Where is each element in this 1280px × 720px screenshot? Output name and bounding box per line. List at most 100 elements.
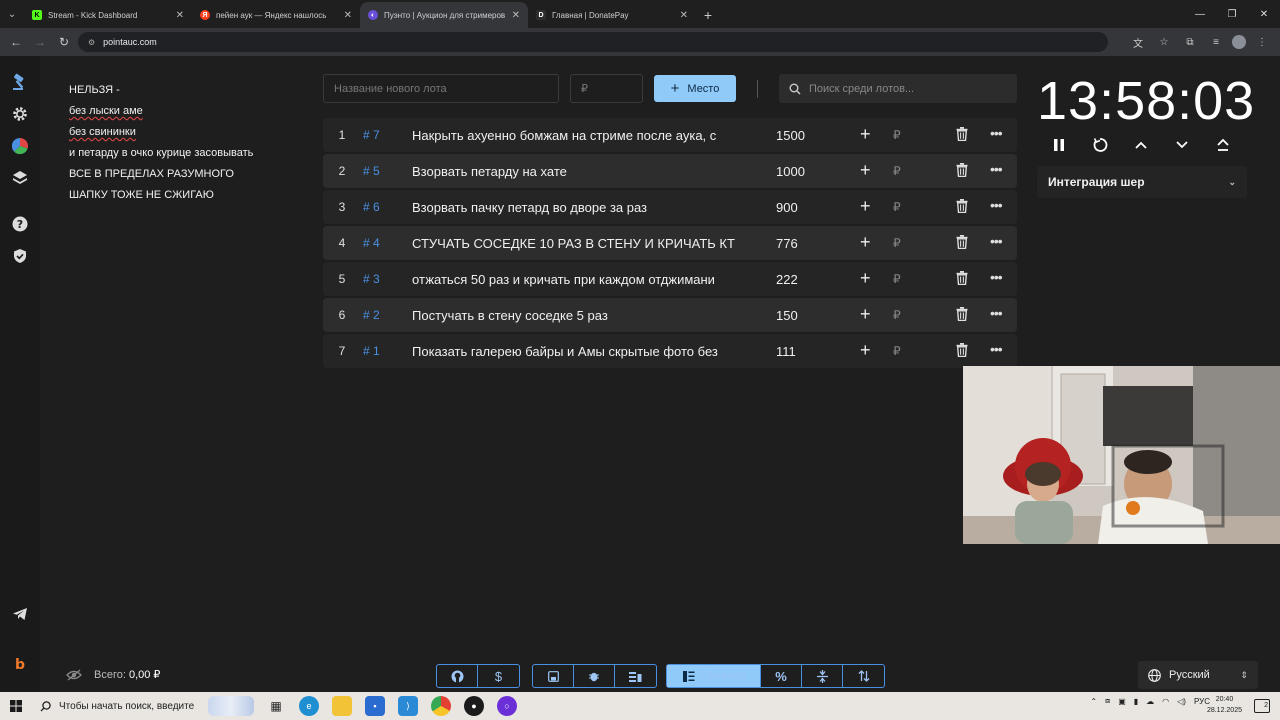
- url-field[interactable]: ⚙ pointauc.com: [78, 32, 1108, 52]
- lot-name-field[interactable]: Постучать в стену соседке 5 раз: [412, 308, 746, 323]
- lot-amount-field[interactable]: 900: [776, 200, 798, 215]
- notifications-icon[interactable]: 2: [1254, 699, 1270, 713]
- tray-network-icon[interactable]: ⧈: [1105, 696, 1110, 706]
- add-amount-input[interactable]: ₽: [893, 164, 901, 178]
- add-amount-input[interactable]: ₽: [893, 236, 901, 250]
- layers-icon[interactable]: [10, 168, 30, 188]
- settings-gear-icon[interactable]: [10, 104, 30, 124]
- donate-dollar-icon[interactable]: $: [478, 665, 519, 687]
- lot-amount-field[interactable]: 150: [776, 308, 798, 323]
- add-amount-input[interactable]: ₽: [893, 308, 901, 322]
- reset-timer-icon[interactable]: [1090, 136, 1110, 154]
- edge-icon[interactable]: e: [299, 696, 319, 716]
- more-options-icon[interactable]: •••: [990, 305, 1003, 321]
- tray-volume-icon[interactable]: ◁): [1177, 697, 1186, 706]
- delete-lot-icon[interactable]: [956, 163, 968, 180]
- close-window-icon[interactable]: ✕: [1248, 0, 1280, 28]
- add-amount-input[interactable]: ₽: [893, 344, 901, 358]
- help-icon[interactable]: ?: [10, 214, 30, 234]
- timer-decrease-icon[interactable]: [1172, 136, 1192, 154]
- forward-icon[interactable]: →: [28, 30, 52, 54]
- browser-tab-donatepay[interactable]: D Главная | DonatePay ✕: [528, 2, 696, 28]
- tray-wifi-icon[interactable]: ◠: [1162, 697, 1169, 706]
- delete-lot-icon[interactable]: [956, 307, 968, 324]
- file-explorer-icon[interactable]: [332, 696, 352, 716]
- twitch-studio-icon[interactable]: ○: [497, 696, 517, 716]
- delete-lot-icon[interactable]: [956, 343, 968, 360]
- translate-icon[interactable]: 文: [1128, 32, 1148, 52]
- compress-icon[interactable]: [802, 665, 843, 687]
- add-amount-icon[interactable]: +: [860, 232, 871, 253]
- sort-icon[interactable]: [843, 665, 884, 687]
- lot-name-field[interactable]: отжаться 50 раз и кричать при каждом отд…: [412, 272, 746, 287]
- shield-check-icon[interactable]: [10, 246, 30, 266]
- obs-icon[interactable]: ●: [464, 696, 484, 716]
- new-tab-icon[interactable]: +: [696, 2, 720, 28]
- lot-id-link[interactable]: # 7: [363, 128, 380, 142]
- profile-avatar[interactable]: [1232, 35, 1246, 49]
- add-amount-icon[interactable]: +: [860, 160, 871, 181]
- lot-name-field[interactable]: Накрыть ахуенно бомжам на стриме после а…: [412, 128, 746, 143]
- task-view-icon[interactable]: ▦: [266, 696, 286, 716]
- auction-hammer-icon[interactable]: [10, 72, 30, 92]
- delete-lot-icon[interactable]: [956, 199, 968, 216]
- lot-id-link[interactable]: # 2: [363, 308, 380, 322]
- lot-name-field[interactable]: Взорвать пачку петард во дворе за раз: [412, 200, 746, 215]
- clear-list-icon[interactable]: [615, 665, 656, 687]
- add-place-button[interactable]: + Место: [654, 75, 736, 102]
- tab-close-icon[interactable]: ✕: [680, 10, 688, 21]
- add-amount-input[interactable]: ₽: [893, 272, 901, 286]
- minimize-icon[interactable]: —: [1184, 0, 1216, 28]
- store-icon[interactable]: ▪: [365, 696, 385, 716]
- reading-list-icon[interactable]: ≡: [1206, 32, 1226, 52]
- donation-b-icon[interactable]: b: [10, 654, 30, 674]
- vscode-icon[interactable]: ⟩: [398, 696, 418, 716]
- lot-search-input[interactable]: Поиск среди лотов...: [779, 74, 1017, 103]
- delete-lot-icon[interactable]: [956, 271, 968, 288]
- tray-chevron-icon[interactable]: ⌃: [1090, 697, 1097, 706]
- add-amount-icon[interactable]: +: [860, 304, 871, 325]
- lot-name-field[interactable]: СТУЧАТЬ СОСЕДКЕ 10 РАЗ В СТЕНУ И КРИЧАТЬ…: [412, 236, 746, 251]
- lot-id-link[interactable]: # 4: [363, 236, 380, 250]
- delete-lot-icon[interactable]: [956, 127, 968, 144]
- tab-search-icon[interactable]: ⌄: [0, 0, 24, 28]
- tab-close-icon[interactable]: ✕: [344, 10, 352, 21]
- save-icon[interactable]: [533, 665, 574, 687]
- percent-button[interactable]: %: [761, 665, 802, 687]
- add-amount-icon[interactable]: +: [860, 124, 871, 145]
- timer-double-increase-icon[interactable]: [1213, 136, 1233, 154]
- taskbar-clock[interactable]: 20:40 28.12.2025: [1207, 694, 1242, 716]
- integration-dropdown[interactable]: Интеграция шер ⌄: [1037, 166, 1247, 198]
- site-info-icon[interactable]: ⚙: [88, 38, 95, 47]
- tab-close-icon[interactable]: ✕: [176, 10, 184, 21]
- timer-increase-icon[interactable]: [1131, 136, 1151, 154]
- lot-amount-field[interactable]: 111: [776, 344, 796, 359]
- lot-amount-field[interactable]: 1500: [776, 128, 805, 143]
- add-amount-input[interactable]: ₽: [893, 128, 901, 142]
- tray-app-icon[interactable]: ▣: [1118, 697, 1126, 706]
- back-icon[interactable]: ←: [4, 30, 28, 54]
- more-options-icon[interactable]: •••: [990, 269, 1003, 285]
- telegram-icon[interactable]: [10, 604, 30, 624]
- bug-report-icon[interactable]: [574, 665, 615, 687]
- rules-button[interactable]: Правила: [667, 665, 761, 687]
- visibility-off-icon[interactable]: [66, 669, 82, 681]
- bookmark-star-icon[interactable]: ☆: [1154, 32, 1174, 52]
- taskbar-search[interactable]: Чтобы начать поиск, введите: [32, 694, 264, 718]
- tab-close-icon[interactable]: ✕: [512, 10, 520, 21]
- pause-icon[interactable]: [1049, 136, 1069, 154]
- more-options-icon[interactable]: •••: [990, 197, 1003, 213]
- lot-name-field[interactable]: Показать галерею байры и Амы скрытые фот…: [412, 344, 746, 359]
- language-select[interactable]: Русский ⇕: [1138, 661, 1258, 689]
- windows-start-icon[interactable]: [0, 692, 32, 720]
- new-lot-amount-input[interactable]: ₽: [570, 74, 643, 103]
- add-amount-input[interactable]: ₽: [893, 200, 901, 214]
- more-options-icon[interactable]: •••: [990, 125, 1003, 141]
- browser-tab-yandex[interactable]: Я пейен аук — Яндекс нашлось ✕: [192, 2, 360, 28]
- add-amount-icon[interactable]: +: [860, 196, 871, 217]
- more-options-icon[interactable]: •••: [990, 161, 1003, 177]
- browser-tab-pointauc[interactable]: ◐ Пуэнто | Аукцион для стримеров ✕: [360, 2, 528, 28]
- browser-menu-icon[interactable]: ⋮: [1252, 32, 1272, 52]
- more-options-icon[interactable]: •••: [990, 341, 1003, 357]
- lot-id-link[interactable]: # 3: [363, 272, 380, 286]
